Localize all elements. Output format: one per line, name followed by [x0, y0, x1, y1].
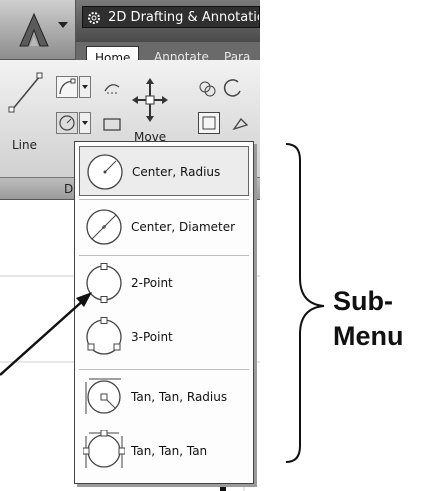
callout-line-1: Sub-: [333, 286, 393, 316]
curly-brace: [285, 143, 325, 463]
submenu-callout-label: Sub- Menu: [333, 284, 404, 354]
callout-arrow: [0, 292, 92, 376]
callout-line-2: Menu: [333, 321, 404, 351]
annotation-overlay: [0, 143, 325, 463]
